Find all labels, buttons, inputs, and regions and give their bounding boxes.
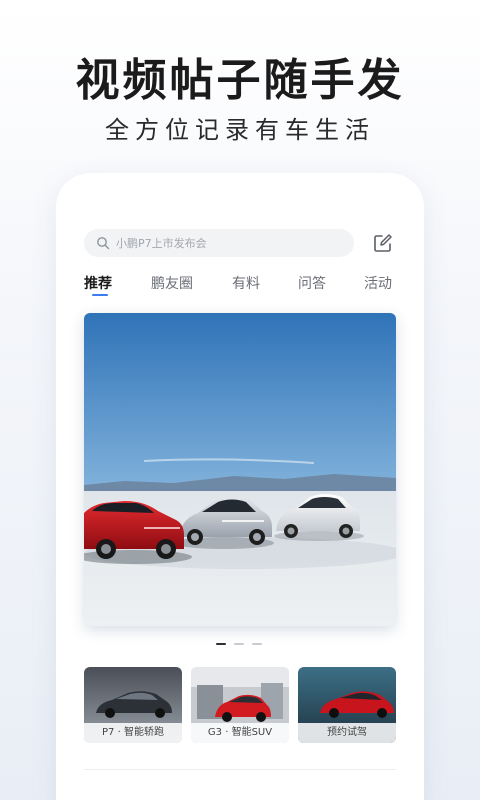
promo-headline: 视频帖子随手发 [75, 55, 405, 106]
card-p7[interactable]: P7 · 智能轿跑 [84, 667, 182, 743]
section-divider [84, 769, 396, 770]
carousel-dot [252, 643, 262, 645]
tab-huodong[interactable]: 活动 [364, 273, 392, 293]
promo-subline: 全方位记录有车生活 [105, 116, 375, 144]
banner-image [84, 313, 396, 626]
search-placeholder: 小鹏P7上市发布会 [116, 237, 207, 250]
shortcut-cards: P7 · 智能轿跑 G3 · 智能SUV 预约试驾 [84, 667, 396, 745]
card-p7-label: P7 · 智能轿跑 [84, 723, 182, 743]
card-test-drive[interactable]: 预约试驾 [298, 667, 396, 743]
active-tab-indicator [92, 294, 108, 296]
card-test-drive-label: 预约试驾 [298, 723, 396, 743]
search-bar[interactable]: 小鹏P7上市发布会 [84, 229, 354, 257]
card-g3-label: G3 · 智能SUV [191, 723, 289, 743]
tab-pengyouquan[interactable]: 鹏友圈 [151, 273, 193, 293]
search-icon [97, 237, 110, 250]
edit-icon[interactable] [372, 232, 394, 254]
app-preview-frame: 小鹏P7上市发布会 推荐 鹏友圈 有料 问答 活动 P7 · 智能轿跑 G3 ·… [56, 173, 424, 800]
carousel-dot-active [216, 643, 226, 645]
tab-wenda[interactable]: 问答 [298, 273, 326, 293]
tab-bar: 推荐 鹏友圈 有料 问答 活动 [84, 269, 404, 299]
tab-recommend[interactable]: 推荐 [84, 273, 112, 293]
tab-youliao[interactable]: 有料 [232, 273, 260, 293]
featured-banner[interactable] [84, 313, 396, 626]
carousel-dot [234, 643, 244, 645]
card-g3[interactable]: G3 · 智能SUV [191, 667, 289, 743]
